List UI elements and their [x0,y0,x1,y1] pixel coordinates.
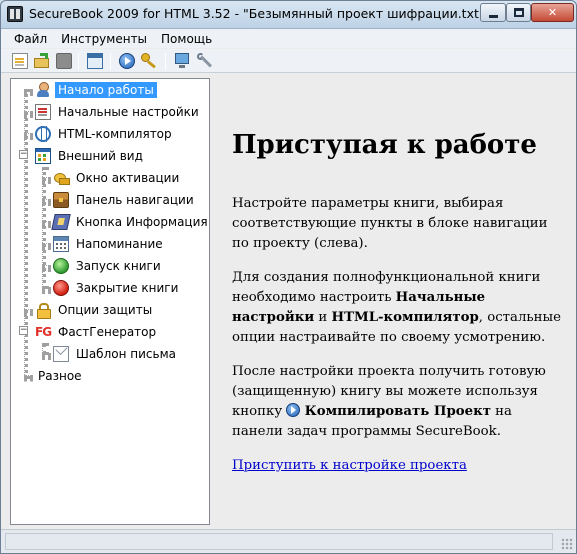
tree-item-label: Окно активации [76,171,180,185]
tree-item-label: Запуск книги [76,259,161,273]
green-circle-icon [53,258,69,274]
lock-icon [35,302,51,319]
maximize-icon [513,8,524,17]
tree-item-initial-settings[interactable]: Начальные настройки [35,102,202,122]
tree-item-label: Панель навигации [76,193,194,207]
person-icon [35,82,51,98]
tree-branch [42,353,51,357]
tree-branch [24,133,33,137]
layout-icon [35,148,51,164]
new-file-icon[interactable] [12,53,28,69]
tree-branch [42,287,51,291]
keys-icon [53,170,70,186]
title-bar[interactable]: SecureBook 2009 for HTML 3.52 - "Безымян… [1,1,576,29]
red-circle-icon [53,280,69,296]
window-title: SecureBook 2009 for HTML 3.52 - "Безымян… [29,6,485,21]
start-setup-link[interactable]: Приступить к настройке проекта [232,458,467,473]
tree-item-fastgenerator[interactable]: FG ФастГенератор [35,322,159,342]
tree-branch [24,309,33,313]
mail-icon [53,346,69,362]
page-heading: Приступая к работе [232,130,537,160]
text-span: и [314,310,332,325]
tree-item-label: Разное [38,369,82,383]
html-compiler-icon [35,126,51,142]
tree-item-appearance[interactable]: Внешний вид [35,146,146,166]
app-icon[interactable] [7,6,23,22]
tree-item-label: ФастГенератор [58,325,157,339]
tree-item-info-button[interactable]: Кнопка Информация [51,212,211,232]
compile-paragraph: После настройки проекта получить готовую… [232,362,564,442]
app-window: SecureBook 2009 for HTML 3.52 - "Безымян… [0,0,577,554]
tree-item-label: Начальные настройки [58,105,199,119]
compile-icon[interactable] [119,53,135,69]
tree-branch [42,221,51,225]
tree-item-label: Внешний вид [58,149,143,163]
tree-item-label: Шаблон письма [76,347,176,361]
close-icon: ✕ [547,6,558,19]
toolbar-separator [78,53,79,70]
menu-help[interactable]: Помощь [154,32,219,46]
toolbar [1,49,576,73]
html-compiler-bold: HTML-компилятор [331,310,479,325]
intro-paragraph: Настройте параметры книги, выбирая соотв… [232,196,548,251]
tree-item-label: Закрытие книги [76,281,179,295]
menu-tools[interactable]: Инструменты [54,32,154,46]
content-panel: Приступая к работе Настройте параметры к… [210,78,572,525]
tree-branch [42,265,51,269]
menu-bar: Файл Инструменты Помощь [1,29,576,48]
compile-project-bold: Компилировать Проект [304,404,491,419]
tree-branch [24,375,33,379]
close-button[interactable]: ✕ [531,3,574,22]
tree-item-label: Напоминание [76,237,163,251]
compile-icon [286,403,301,417]
open-folder-icon[interactable] [34,53,50,69]
resize-grip-icon[interactable] [561,538,573,550]
tree-branch [42,177,51,181]
menu-file[interactable]: Файл [7,32,54,46]
tree-item-protection-options[interactable]: Опции защиты [35,300,155,320]
calendar-icon [53,236,69,252]
text-span: Для создания полнофункциональной книги н… [232,270,541,305]
tree-item-book-launch[interactable]: Запуск книги [53,256,164,276]
toolbar-separator [110,53,111,70]
tree-item-mail-template[interactable]: Шаблон письма [53,344,179,364]
tree-item-getting-started[interactable]: Начало работы [35,80,157,100]
fg-icon: FG [35,325,52,339]
collapse-toggle-fastgenerator[interactable]: − [19,326,28,335]
key-icon[interactable] [141,53,157,69]
tree-item-html-compiler[interactable]: HTML-компилятор [35,124,175,144]
tree-item-reminder[interactable]: Напоминание [53,234,166,254]
chest-icon [53,192,69,208]
maximize-button[interactable] [506,3,531,22]
status-bar [1,529,576,553]
project-icon[interactable] [87,53,103,69]
tree-line [42,167,46,289]
tree-item-book-close[interactable]: Закрытие книги [53,278,181,298]
tree-item-label: Начало работы [55,82,157,98]
toolbar-separator [165,53,166,70]
tree-branch [42,199,51,203]
required-settings-paragraph: Для создания полнофункциональной книги н… [232,268,564,348]
minimize-icon [488,14,498,18]
client-area: − − Начало работы Начальные настройки HT… [1,74,576,529]
tree-item-label: HTML-компилятор [58,127,172,141]
status-pane [5,533,553,550]
minimize-button[interactable] [480,3,506,22]
stop-icon[interactable] [56,53,72,69]
book-icon [51,214,71,230]
wrench-icon[interactable] [197,53,213,69]
tree-item-navigation-panel[interactable]: Панель навигации [53,190,197,210]
tree-branch [24,111,33,115]
tree-item-label: Опции защиты [58,303,153,317]
monitor-icon[interactable] [174,53,190,69]
tree-item-misc[interactable]: Разное [35,366,85,386]
tree-item-label: Кнопка Информация [76,215,208,229]
collapse-toggle-appearance[interactable]: − [19,150,28,159]
tree-branch [24,89,33,93]
tree-branch [42,243,51,247]
project-navigation-tree[interactable]: − − Начало работы Начальные настройки HT… [10,78,210,525]
settings-icon [35,104,51,120]
tree-item-activation-window[interactable]: Окно активации [53,168,182,188]
